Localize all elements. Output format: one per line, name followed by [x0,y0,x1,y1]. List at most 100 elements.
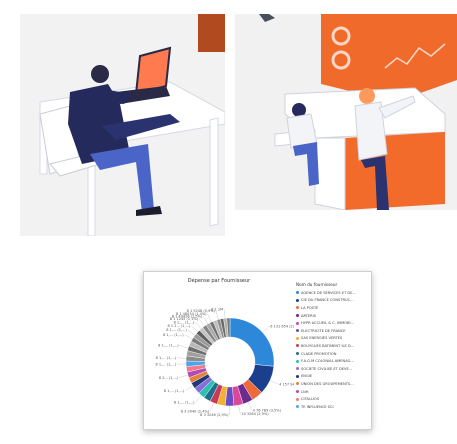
label-leader-line [184,334,193,340]
legend-item[interactable]: CIE DU FRANCE CONSTRUC... [296,297,368,305]
slice-label: 8 1,... (1,...) [158,344,179,348]
illustration-lab-team [235,14,457,210]
label-leader-line [203,316,208,325]
legend-item[interactable]: LNH [296,388,368,396]
label-leader-line [195,395,202,403]
legend-items: AGENCE DE SERVICES ET DE... CIE DU FRANCE… [296,289,368,411]
legend-swatch [296,352,299,356]
donut-slice[interactable] [229,317,275,367]
slice-label: 8 1,... (1,...) [156,356,177,360]
legend-swatch [296,321,299,325]
legend-item[interactable]: UNION DES GROUPEMENTS... [296,380,368,388]
slice-label: 6 131 654 (22,6%) [270,325,294,329]
slice-label: 8 1,... (1,...) [164,389,185,393]
legend-label: LA POSTE [301,305,319,310]
label-leader-line [179,345,189,349]
legend-swatch [296,382,299,386]
legend-label: TE INFLUENCE SCI [301,404,334,409]
legend-swatch [296,405,299,409]
label-leader-line [187,329,196,336]
label-leader-line [179,374,188,378]
slice-label: 8 3 3246 (2,9%) [200,413,229,417]
ceiling-object [259,14,275,22]
legend-item[interactable]: SAS ENERGIES VERTES [296,335,368,343]
legend-label: BOUYGUES BATIMENT ILE D... [301,343,355,348]
label-leader-line [215,310,219,320]
legend-label: CIE DU FRANCE CONSTRUC... [301,298,354,303]
label-leader-line [177,357,187,359]
label-leader-line [210,402,214,412]
console-side [314,137,346,210]
legend-label: LNH [301,389,309,394]
legend-item[interactable]: CITALLIOS [296,395,368,403]
slice-label: 8 1,... (1,...) [166,328,187,332]
legend-label: HYPR ACCUEIL & C. IMMOBI... [301,321,355,326]
slice-label: 8 3 2040 (2,4%) [181,409,210,413]
illustration-office-worker [20,14,225,236]
slice-label: 8 1,... (1,...) [174,400,195,404]
legend-swatch [296,359,299,363]
legend-item[interactable]: HYPR ACCUEIL & C. IMMOBI... [296,319,368,327]
label-leader-line [247,402,252,411]
legend-label: ENGIE [301,374,313,379]
legend-swatch [296,314,299,318]
chart-card: Dépense par Fournisseur 6 131 654 (22,6%… [143,271,372,430]
slice-label: 8 1 1... (1,...) [168,324,191,328]
chart-legend: Nom du fournisseur AGENCE DE SERVICES ET… [296,282,368,411]
legend-swatch [296,329,299,333]
label-leader-line [199,318,205,327]
legend-item[interactable]: ELECTRICITE DE FRANCE [296,327,368,335]
legend-item[interactable]: ENGIE [296,373,368,381]
legend-item[interactable]: CLADE PROMOTION [296,350,368,358]
label-leader-line [191,325,198,333]
label-leader-line [262,326,270,333]
person-legs [293,142,319,186]
legend-label: ARTERIS [301,313,316,318]
slice-label: 10 3284 (2,9%) [241,412,269,416]
legend-swatch [296,336,299,340]
slice-label: 8 1,... (1,...) [163,333,184,337]
legend-label: CITALLIOS [301,397,320,402]
legend-item[interactable]: BOUYGUES BATIMENT ILE D... [296,342,368,350]
legend-swatch [296,390,299,394]
wall-panel [198,14,225,52]
person-head [359,88,375,104]
legend-item[interactable]: LA POSTE [296,304,368,312]
desk-leg-right [209,117,219,227]
legend-label: SOCIETE CIVILISE ET DEVE... [301,366,353,371]
legend-label: CLADE PROMOTION [301,351,337,356]
slice-label: 8 1 1M [211,308,223,312]
label-leader-line [195,321,202,329]
legend-swatch [296,367,299,371]
legend-swatch [296,344,299,348]
legend-label: UNION DES GROUPEMENTS... [301,381,354,386]
legend-item[interactable]: TE INFLUENCE SCI [296,403,368,411]
legend-label: ELECTRICITE DE FRANCE [301,328,346,333]
legend-title: Nom du fournisseur [296,282,338,287]
legend-swatch [296,306,299,310]
label-leader-line [224,309,226,319]
legend-label: SAS ENERGIES VERTES [301,336,343,341]
legend-swatch [296,298,299,302]
label-leader-line [238,405,241,415]
office-worker-illustration [39,14,225,236]
label-leader-line [185,385,194,391]
legend-swatch [296,291,299,295]
slice-label: 8 2... (1,...) [159,376,179,380]
legend-label: AGENCE DE SERVICES ET DE... [301,290,356,295]
person-head [91,65,109,83]
legend-item[interactable]: AGENCE DE SERVICES ET DE... [296,289,368,297]
legend-item[interactable]: F.A.G.M COLONIAL AMENAG... [296,357,368,365]
lab-team-illustration [259,14,457,210]
legend-swatch [296,374,299,378]
label-leader-line [207,313,212,323]
legend-item[interactable]: SOCIETE CIVILISE ET DEVE... [296,365,368,373]
legend-label: F.A.G.M COLONIAL AMENAG... [301,359,354,364]
person-legs [90,144,154,212]
legend-swatch [296,397,299,401]
donut-chart: 6 131 654 (22,6%)4 157 949 (10,5%)4 76 7… [155,308,294,418]
label-leader-line [269,380,279,385]
legend-item[interactable]: ARTERIS [296,312,368,320]
slice-label: 4 157 949 (10,5%) [279,382,294,386]
slice-label: 8 1,... (1,...) [155,362,176,366]
